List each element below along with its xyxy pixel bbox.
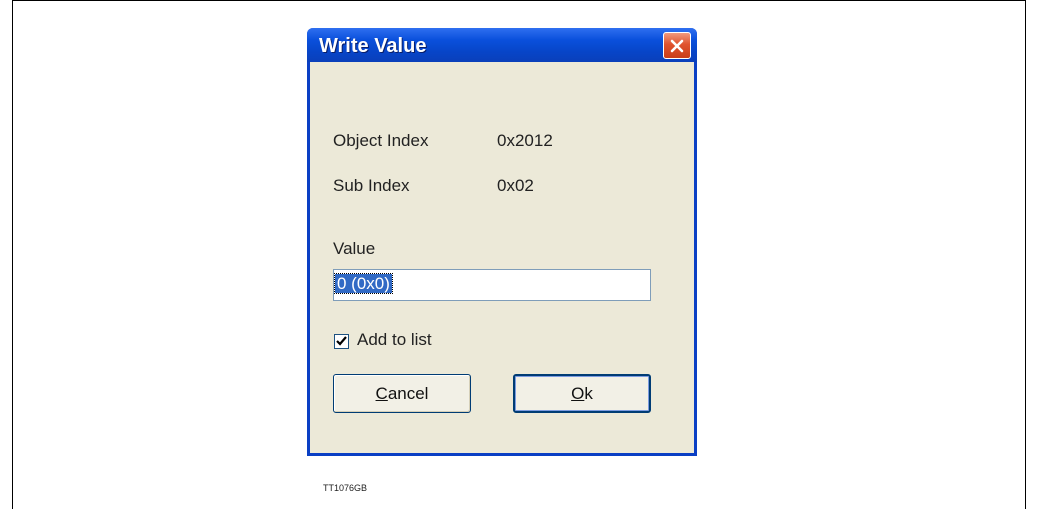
ok-label: k [584,383,593,403]
figure-tag: TT1076GB [323,483,368,493]
cancel-button[interactable]: Cancel [333,374,471,413]
write-value-dialog: Write Value Object Index 0x2012 Sub Inde… [307,28,697,456]
checkmark-icon [336,336,347,346]
object-index-value: 0x2012 [497,131,553,150]
sub-index-label: Sub Index [333,176,410,195]
add-to-list-checkbox[interactable] [334,334,349,349]
sub-index-value: 0x02 [497,176,534,195]
value-label: Value [333,239,376,258]
ok-button[interactable]: Ok [513,374,651,413]
cancel-accelerator: C [375,383,388,403]
close-icon [670,39,684,52]
dialog-title: Write Value [319,35,427,57]
add-to-list-label[interactable]: Add to list [357,330,432,350]
ok-accelerator: O [571,383,585,403]
title-bar[interactable]: Write Value [307,28,697,62]
cancel-label: ancel [387,383,429,403]
object-index-label: Object Index [333,131,429,150]
value-input-text: 0 (0x0) [334,273,393,294]
close-button[interactable] [663,32,691,59]
value-input[interactable]: 0 (0x0) [333,269,651,301]
